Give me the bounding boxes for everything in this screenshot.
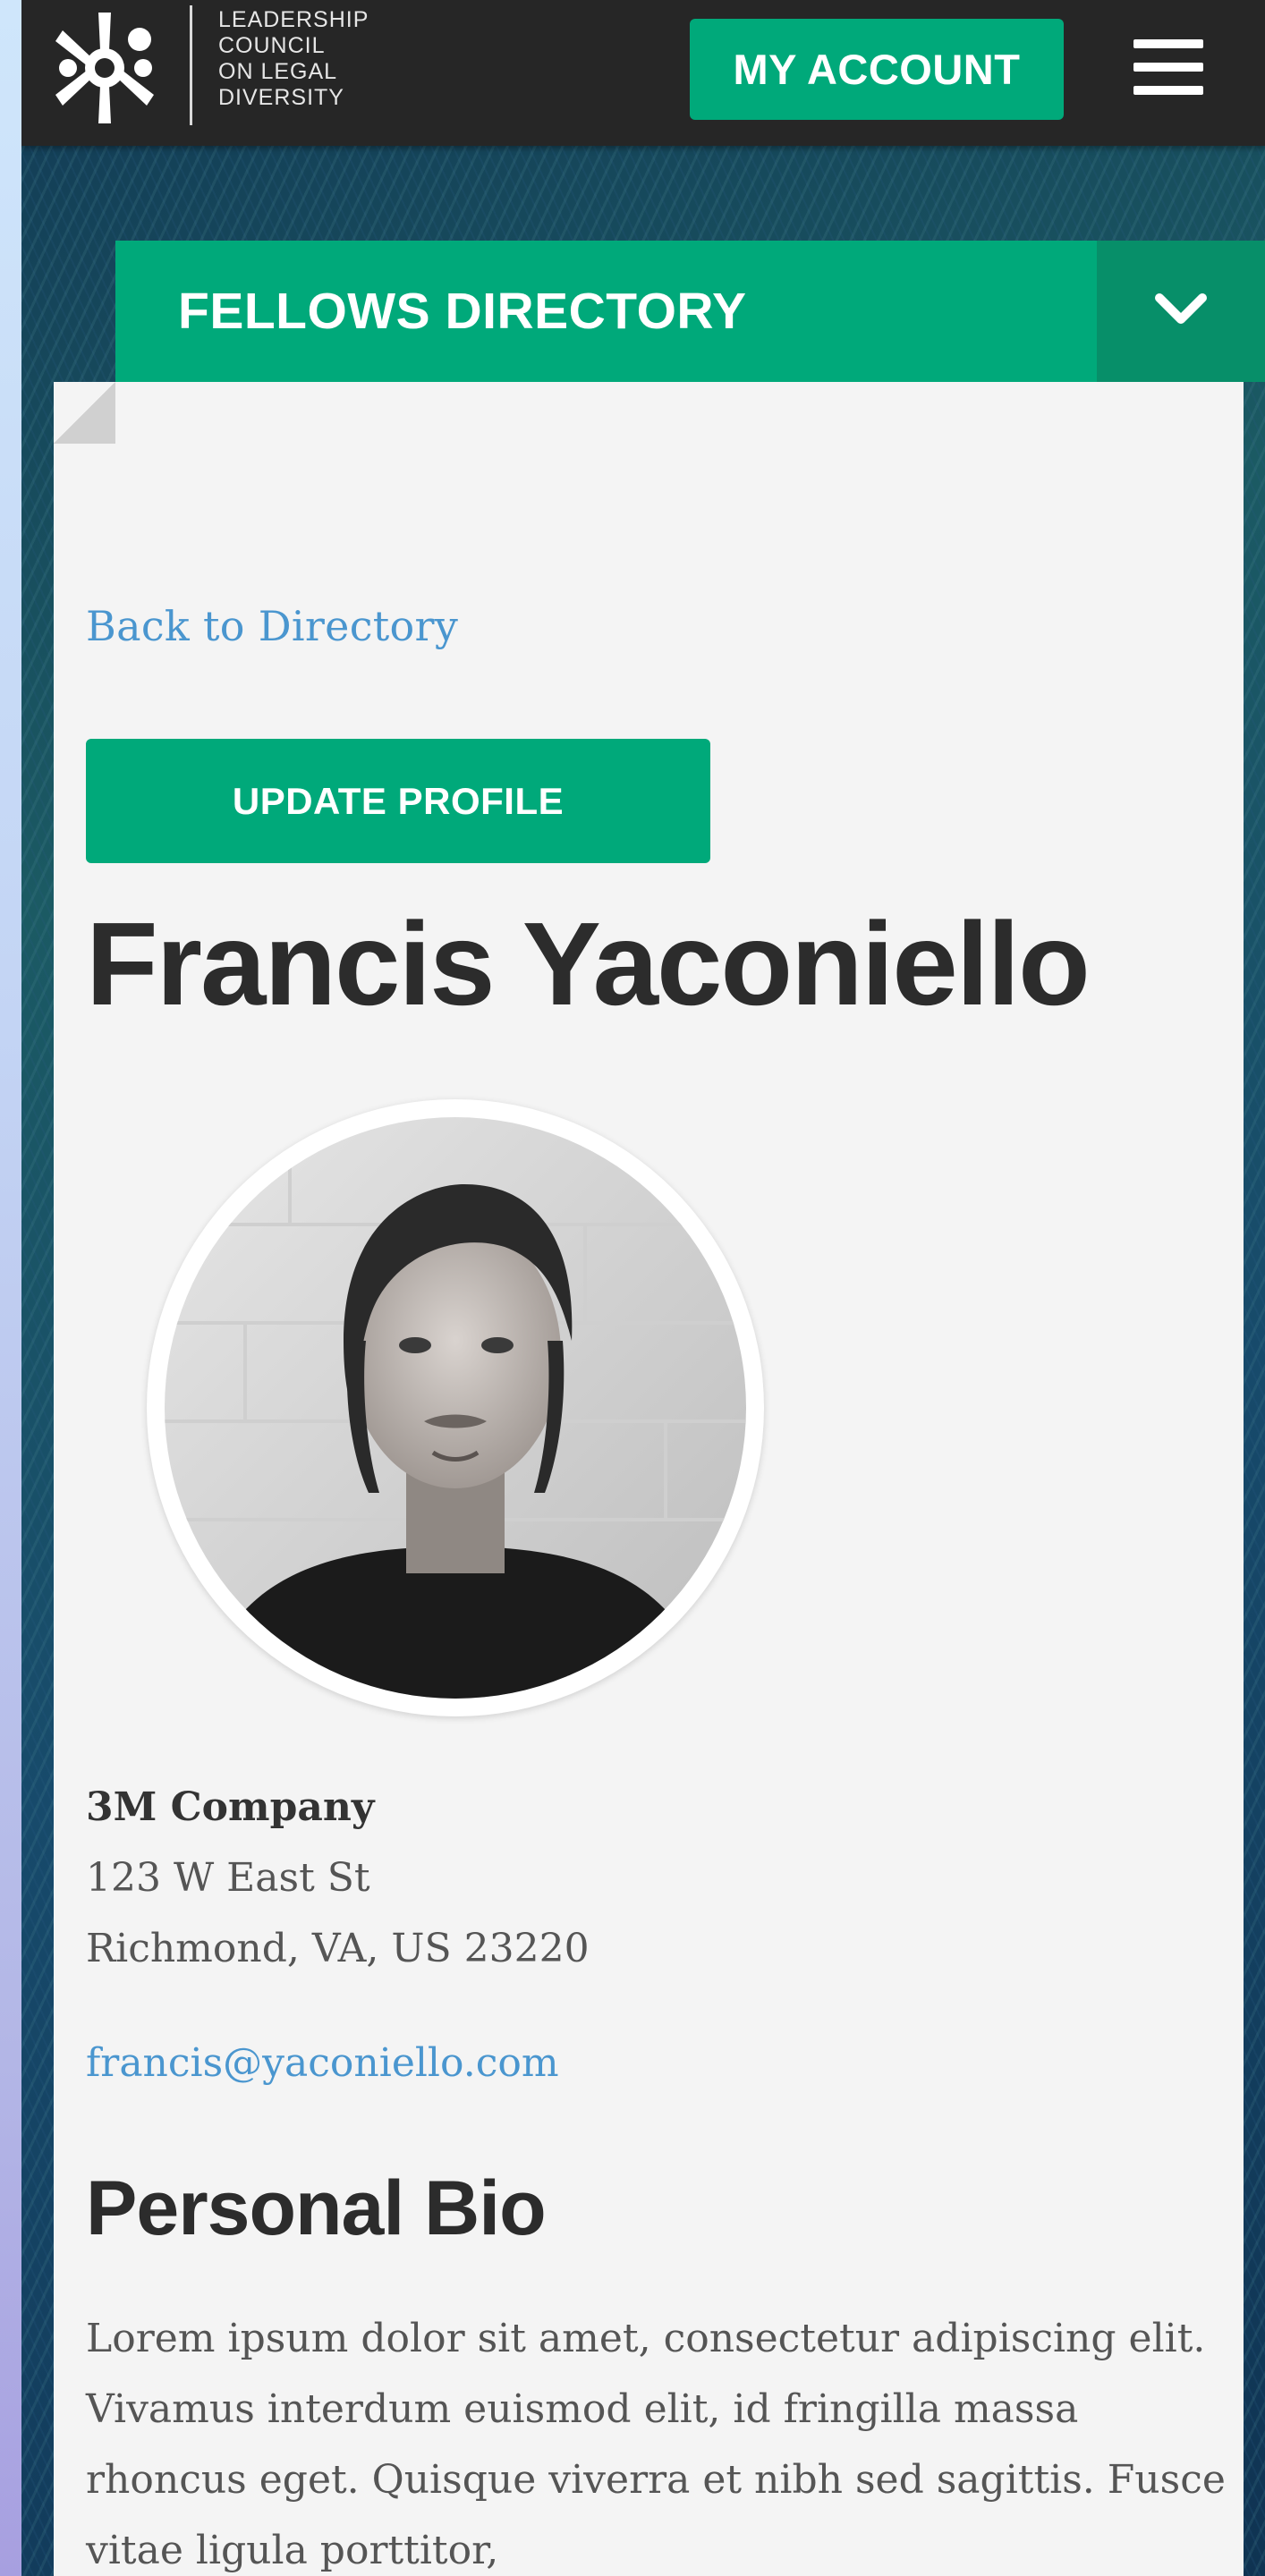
page-background: LEADERSHIP COUNCIL ON LEGAL DIVERSITY MY… (21, 0, 1265, 2576)
bio-heading: Personal Bio (86, 2165, 547, 2251)
logo-line: ON LEGAL (218, 59, 338, 84)
logo-line: COUNCIL (218, 33, 326, 58)
company-name: 3M Company (86, 1784, 375, 1830)
logo-divider (190, 5, 192, 125)
logo-icon[interactable] (47, 5, 163, 131)
profile-name: Francis Yaconiello (86, 898, 1091, 1030)
address-line-1: 123 W East St (86, 1855, 370, 1901)
profile-card: Back to Directory UPDATE PROFILE Francis… (54, 382, 1244, 2576)
back-to-directory-link[interactable]: Back to Directory (86, 602, 458, 650)
my-account-button[interactable]: MY ACCOUNT (690, 19, 1064, 120)
logo-text[interactable]: LEADERSHIP COUNCIL ON LEGAL DIVERSITY (218, 7, 369, 111)
address-line-2: Richmond, VA, US 23220 (86, 1926, 590, 1971)
email-link[interactable]: francis@yaconiello.com (86, 2040, 559, 2086)
chevron-down-icon (1155, 293, 1207, 324)
site-header: LEADERSHIP COUNCIL ON LEGAL DIVERSITY MY… (21, 0, 1265, 146)
directory-toggle-button[interactable] (1097, 241, 1265, 382)
update-profile-button[interactable]: UPDATE PROFILE (86, 739, 710, 863)
hamburger-menu-icon[interactable] (1133, 39, 1203, 95)
logo-line: LEADERSHIP (218, 7, 369, 32)
fellows-directory-bar[interactable]: FELLOWS DIRECTORY (115, 241, 1265, 382)
bio-text: Lorem ipsum dolor sit amet, consectetur … (86, 2316, 1226, 2573)
card-fold-corner (54, 382, 115, 444)
logo-line: DIVERSITY (218, 85, 344, 110)
window-edge (0, 0, 21, 2576)
directory-title: FELLOWS DIRECTORY (178, 283, 747, 340)
profile-avatar (147, 1099, 764, 1716)
